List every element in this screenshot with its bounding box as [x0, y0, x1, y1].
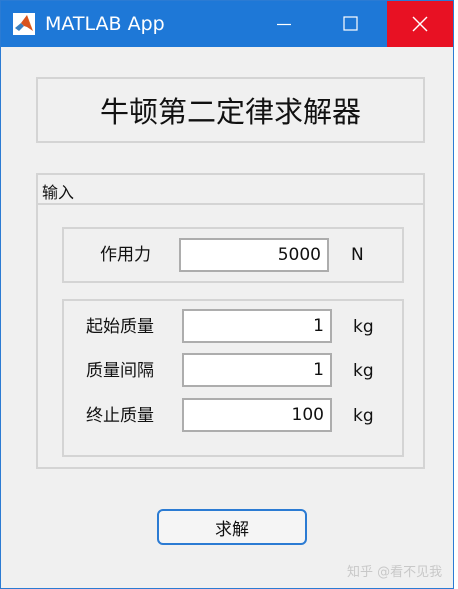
minimize-icon — [277, 23, 291, 26]
solve-button[interactable]: 求解 — [157, 509, 307, 545]
force-input[interactable]: 5000 — [179, 238, 329, 272]
force-panel: 作用力 5000 N — [62, 227, 404, 283]
maximize-button[interactable] — [317, 1, 383, 47]
end-mass-unit: kg — [353, 406, 374, 426]
input-panel: 输入 作用力 5000 N 起始质量 1 kg 质量间隔 1 kg 终止质量 1… — [36, 173, 425, 469]
end-mass-input[interactable]: 100 — [182, 398, 332, 432]
watermark-text: 知乎 @看不见我 — [347, 565, 443, 580]
force-unit: N — [351, 245, 364, 265]
force-label: 作用力 — [100, 245, 151, 265]
mass-step-unit: kg — [353, 361, 374, 381]
close-button[interactable] — [387, 1, 453, 47]
app-content: 牛顿第二定律求解器 输入 作用力 5000 N 起始质量 1 kg 质量间隔 1… — [1, 47, 453, 588]
start-mass-unit: kg — [353, 317, 374, 337]
close-icon — [412, 16, 428, 32]
app-heading: 牛顿第二定律求解器 — [99, 95, 361, 129]
app-window: MATLAB App 牛顿第二定律求解器 输入 作用力 5000 N 起始质量 … — [0, 0, 454, 589]
end-mass-label: 终止质量 — [86, 406, 154, 426]
title-bar[interactable]: MATLAB App — [1, 1, 453, 47]
maximize-icon — [343, 16, 358, 31]
start-mass-input[interactable]: 1 — [182, 309, 332, 343]
minimize-button[interactable] — [251, 1, 317, 47]
title-panel: 牛顿第二定律求解器 — [36, 77, 425, 143]
matlab-logo-icon — [13, 13, 35, 35]
mass-step-label: 质量间隔 — [86, 361, 154, 381]
input-panel-title: 输入 — [42, 183, 75, 202]
input-panel-header: 输入 — [38, 175, 423, 205]
window-title: MATLAB App — [45, 13, 165, 35]
mass-step-input[interactable]: 1 — [182, 353, 332, 387]
start-mass-label: 起始质量 — [86, 317, 154, 337]
mass-panel: 起始质量 1 kg 质量间隔 1 kg 终止质量 100 kg — [62, 299, 404, 457]
